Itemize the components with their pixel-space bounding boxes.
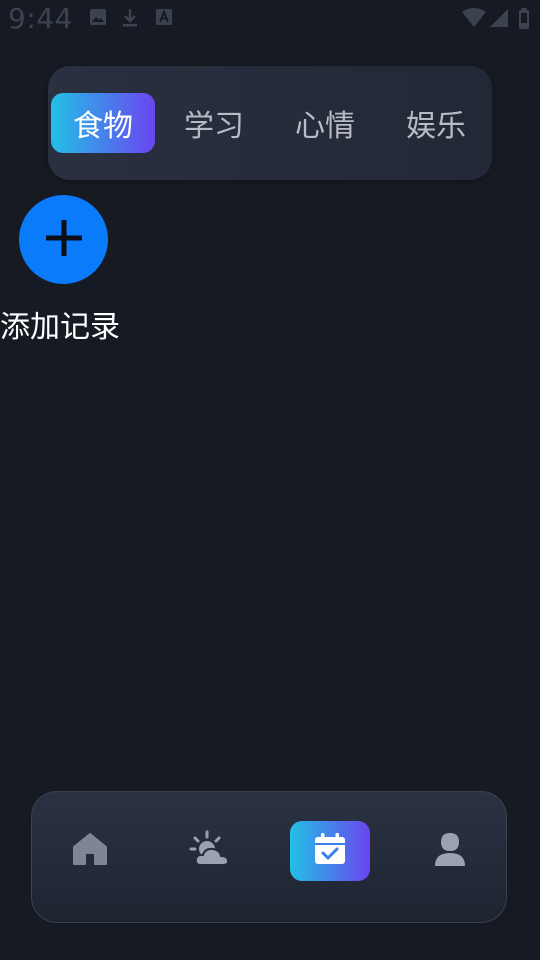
home-icon [72, 831, 108, 871]
add-record-label: 添加记录 [0, 310, 120, 345]
signal-icon [489, 8, 509, 32]
tab-food[interactable]: 食物 [51, 93, 155, 153]
calendar-check-icon [312, 831, 348, 871]
status-bar: 9:44 [0, 0, 540, 38]
nav-weather[interactable] [171, 821, 251, 881]
category-tab-bar: 食物 学习 心情 娱乐 [48, 66, 492, 180]
image-icon [89, 8, 107, 30]
battery-icon [518, 8, 530, 34]
nav-calendar[interactable] [290, 821, 370, 881]
profile-icon [433, 831, 467, 871]
nav-profile[interactable] [410, 821, 490, 881]
bottom-navigation [31, 791, 507, 923]
a-icon [155, 8, 173, 30]
add-record-button[interactable] [19, 195, 108, 284]
status-time: 9:44 [8, 2, 73, 35]
tab-mood[interactable]: 心情 [273, 93, 377, 153]
tab-study[interactable]: 学习 [162, 93, 266, 153]
download-icon [121, 8, 139, 32]
wifi-icon [462, 8, 486, 32]
plus-icon [42, 216, 86, 264]
tab-entertainment[interactable]: 娱乐 [384, 93, 488, 153]
weather-icon [189, 829, 233, 873]
nav-home[interactable] [50, 821, 130, 881]
